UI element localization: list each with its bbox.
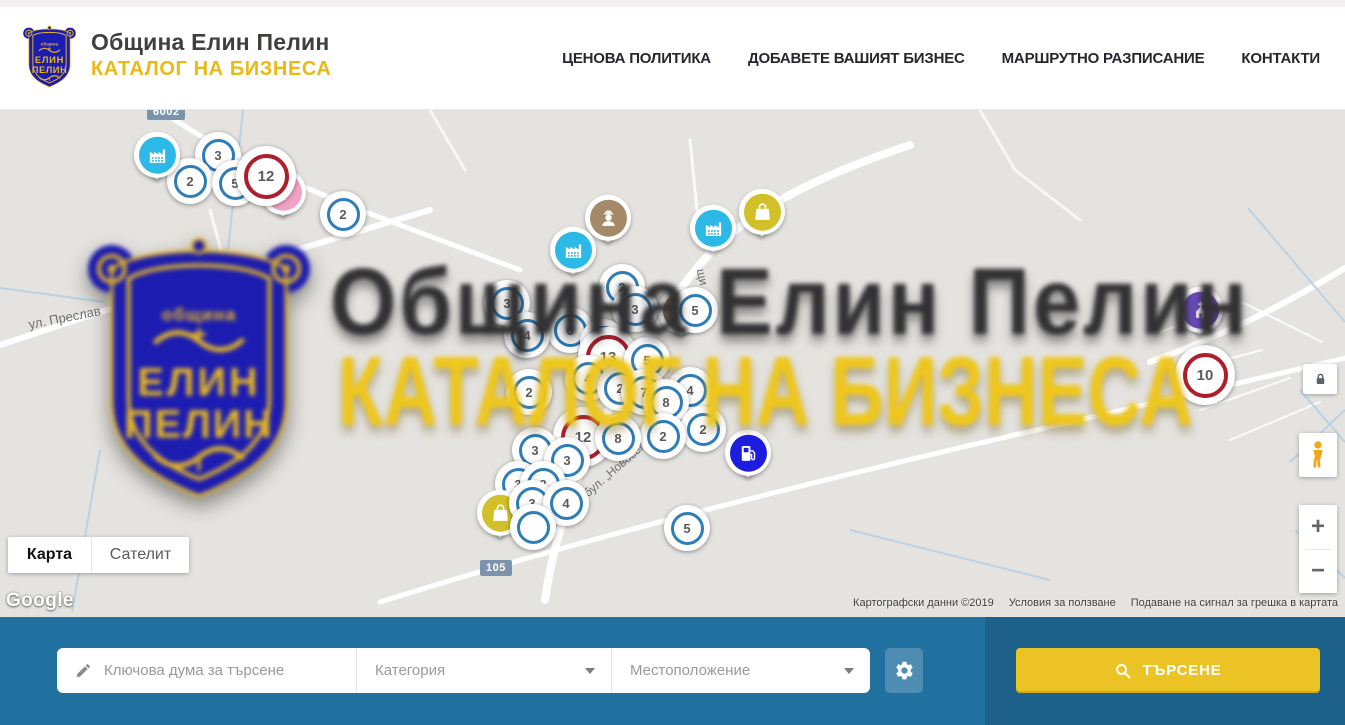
factory-marker[interactable] [690,205,736,251]
cluster-marker[interactable]: 2 [320,191,366,237]
main-nav: ЦЕНОВА ПОЛИТИКА ДОБАВЕТЕ ВАШИЯТ БИЗНЕС М… [562,7,1320,109]
chevron-down-icon [844,668,854,674]
page: Община Елин Пелин КАТАЛОГ НА БИЗНЕСА ЦЕН… [0,0,1345,725]
cluster-marker[interactable]: 2 [640,413,686,459]
search-submit-label: ТЪРСЕНЕ [1142,662,1221,679]
attribution-report-link[interactable]: Подаване на сигнал за грешка в картата [1131,597,1338,609]
municipality-emblem-icon [22,21,77,89]
cluster-marker[interactable]: 2 [506,369,552,415]
attribution-data: Картографски данни ©2019 [853,597,994,609]
markers-layer: 325122233564713542274822128333834510 [0,110,1345,617]
location-select[interactable]: Местоположение [612,648,870,693]
top-strip [0,0,1345,7]
site-subtitle: КАТАЛОГ НА БИЗНЕСА [91,58,331,81]
map-type-map-button[interactable]: Карта [8,537,92,573]
cluster-marker[interactable]: 10 [1175,345,1235,405]
church-marker[interactable] [1177,287,1223,333]
zoom-control: + − [1299,505,1337,593]
nav-contacts[interactable]: КОНТАКТИ [1241,50,1320,67]
cluster-marker[interactable]: 4 [504,312,550,358]
pencil-icon [75,662,92,679]
advanced-settings-button[interactable] [885,648,923,693]
nav-route-schedule[interactable]: МАРШРУТНО РАЗПИСАНИЕ [1002,50,1205,67]
search-bar: Категория Местоположение ТЪРСЕНЕ [0,617,1345,725]
cluster-marker[interactable]: 8 [595,415,641,461]
gear-icon [894,660,915,681]
pegman-icon [1307,440,1329,470]
attribution-terms-link[interactable]: Условия за ползване [1009,597,1116,609]
map-canvas[interactable]: 6002 105 ул. Преслав бул. „Новосел щи 32… [0,110,1345,617]
lock-button[interactable] [1303,364,1337,394]
factory-marker[interactable] [134,132,180,178]
search-icon [1114,662,1132,680]
category-select[interactable]: Категория [357,648,612,693]
map-type-satellite-button[interactable]: Сателит [92,537,189,573]
zoom-in-button[interactable]: + [1299,505,1337,549]
map-attribution: Картографски данни ©2019 Условия за полз… [853,597,1338,609]
search-group: Категория Местоположение [57,648,870,693]
search-submit-button[interactable]: ТЪРСЕНЕ [1016,648,1320,693]
chevron-down-icon [585,668,595,674]
site-title: Община Елин Пелин [91,29,331,56]
nav-add-business[interactable]: ДОБАВЕТЕ ВАШИЯТ БИЗНЕС [748,50,965,67]
keyword-search-input[interactable] [104,662,356,679]
google-logo[interactable]: Google [6,590,74,612]
cluster-marker[interactable]: 2 [680,406,726,452]
zoom-out-button[interactable]: − [1299,550,1337,594]
cluster-marker[interactable]: 5 [664,505,710,551]
cluster-marker[interactable]: 5 [672,287,718,333]
map-type-control: Карта Сателит [8,537,189,573]
cluster-marker[interactable]: 12 [236,146,296,206]
cluster-marker[interactable] [510,504,556,550]
factory-marker[interactable] [550,227,596,273]
site-header: Община Елин Пелин КАТАЛОГ НА БИЗНЕСА ЦЕН… [0,7,1345,110]
pegman-button[interactable] [1299,433,1337,477]
shopping-bag-marker[interactable] [739,189,785,235]
site-logo[interactable]: Община Елин Пелин КАТАЛОГ НА БИЗНЕСА [22,21,331,89]
fuel-marker[interactable] [725,430,771,476]
keyword-cell [57,648,357,693]
category-value: Категория [375,662,445,679]
lock-icon [1313,371,1328,387]
location-value: Местоположение [630,662,750,679]
nav-price-policy[interactable]: ЦЕНОВА ПОЛИТИКА [562,50,711,67]
